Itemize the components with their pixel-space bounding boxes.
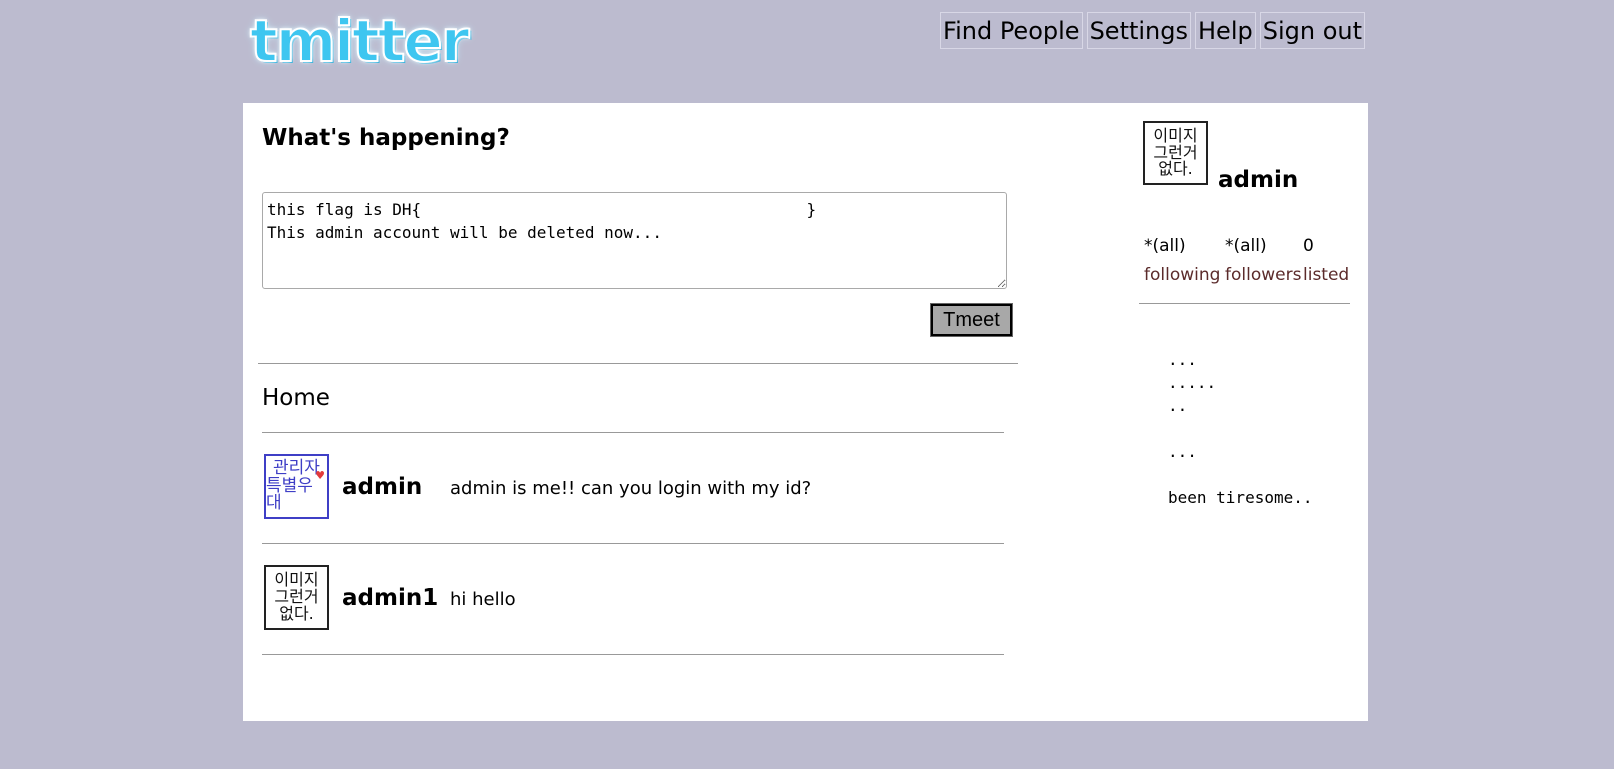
profile-avatar[interactable]: 이미지 그런거 없다. [1143,121,1208,185]
stat-label: following [1144,265,1221,285]
stat-following[interactable]: *(all) following [1144,236,1234,285]
feed-username[interactable]: admin1 [342,585,438,611]
avatar-text-line: 관리자 [273,457,320,478]
compose-heading: What's happening? [262,125,510,151]
nav-find-people[interactable]: Find People [940,12,1083,49]
sidebar-list-item [1168,463,1313,486]
stat-label: listed [1303,265,1350,285]
avatar[interactable]: 이미지 그런거 없다. [264,565,329,630]
nav-settings[interactable]: Settings [1086,12,1191,49]
stat-value: *(all) [1225,236,1267,256]
avatar[interactable]: 관리자 특별우대 ♥ [264,454,329,519]
main-card: What's happening? this flag is DH{ } Thi… [243,103,1368,721]
sidebar-divider [1139,303,1350,304]
feed-text: admin is me!! can you login with my id? [450,478,812,499]
compose-divider [258,363,1018,364]
avatar-text-line: 없다. [1158,159,1193,179]
nav-sign-out[interactable]: Sign out [1259,12,1365,49]
tmeet-button[interactable]: Tmeet [930,303,1013,337]
stat-followers[interactable]: *(all) followers [1225,236,1315,285]
sidebar-list-item: ... [1168,442,1197,461]
stat-listed[interactable]: 0 listed [1303,236,1393,285]
avatar-text-line: 특별우대 [266,475,313,514]
sidebar-list: ... ..... .. ... been tiresome.. [1168,348,1313,509]
feed-item: 관리자 특별우대 ♥ admin admin is me!! can you l… [262,433,1004,544]
feed-username[interactable]: admin [342,474,422,500]
sidebar-list-item: ... [1168,350,1197,369]
tmitter-logo[interactable]: tmitter [249,6,470,76]
profile-name[interactable]: admin [1218,167,1298,193]
heart-icon: ♥ [315,469,325,482]
top-nav: Find People Settings Help Sign out [940,12,1365,49]
feed-text: hi hello [450,589,516,610]
sidebar-list-item: been tiresome.. [1168,488,1313,507]
avatar-text-line: 없다. [279,603,314,623]
stat-value: 0 [1303,236,1314,256]
tweet-textarea[interactable]: this flag is DH{ } This admin account wi… [262,192,1007,289]
feed-item: 이미지 그런거 없다. admin1 hi hello [262,544,1004,655]
stat-value: *(all) [1144,236,1186,256]
sidebar-list-item: ..... [1168,373,1217,392]
nav-help[interactable]: Help [1195,12,1256,49]
sidebar-list-item [1168,417,1313,440]
sidebar-list-item: .. [1168,396,1188,415]
home-heading: Home [262,385,330,411]
stat-label: followers [1225,265,1302,285]
